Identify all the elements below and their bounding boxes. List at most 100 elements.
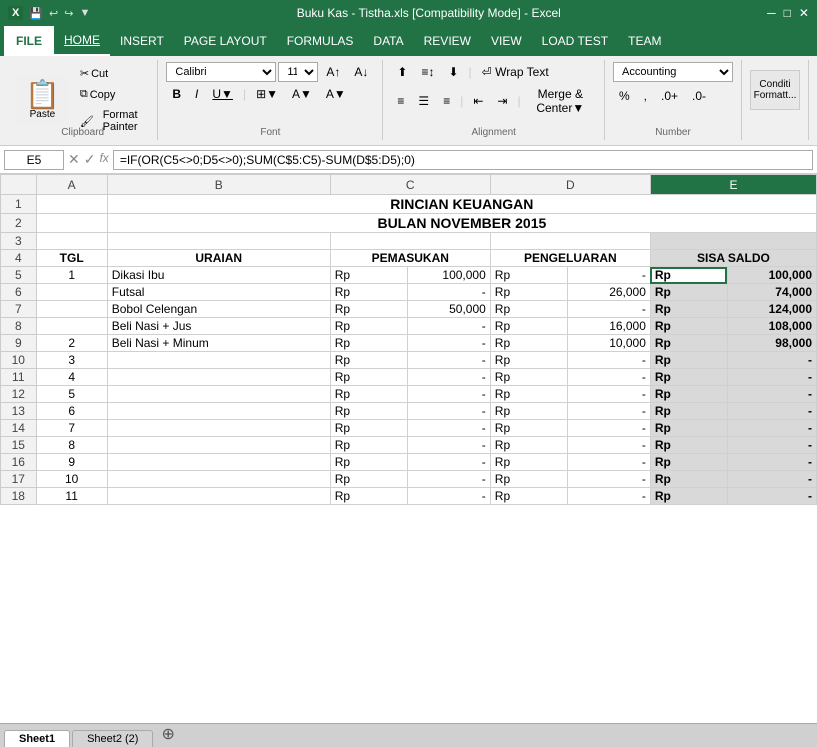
home-menu[interactable]: HOME [54,26,110,56]
cell-b10[interactable] [107,352,330,369]
cell-b18[interactable] [107,488,330,505]
cell-b5[interactable]: Dikasi Ibu [107,267,330,284]
cell-b15[interactable] [107,437,330,454]
redo-btn[interactable]: ↪ [64,7,73,20]
cell-d12-rp[interactable]: Rp [490,386,567,403]
cell-d5-val[interactable]: - [567,267,650,284]
cell-e14-rp[interactable]: Rp [650,420,727,437]
sheet-tab-1[interactable]: Sheet1 [4,730,70,747]
cell-d7-val[interactable]: - [567,301,650,318]
cancel-formula-icon[interactable]: ✕ [68,151,80,168]
cell-e10-val[interactable]: - [727,352,816,369]
paste-button[interactable]: 📋 Paste [16,76,69,125]
col-header-c[interactable]: C [330,175,490,195]
undo-btn[interactable]: ↩ [49,7,58,20]
cell-c10-val[interactable]: - [407,352,490,369]
review-menu[interactable]: REVIEW [414,26,481,56]
cell-c12-rp[interactable]: Rp [330,386,407,403]
underline-button[interactable]: U▼ [206,84,239,104]
cell-a16[interactable]: 9 [36,454,107,471]
cut-button[interactable]: ✂ Cut [75,64,150,83]
cell-d6-rp[interactable]: Rp [490,284,567,301]
cell-e16-rp[interactable]: Rp [650,454,727,471]
cell-c3[interactable] [330,233,490,250]
insert-function-icon[interactable]: fx [99,151,108,168]
cell-c9-val[interactable]: - [407,335,490,352]
cell-a5[interactable]: 1 [36,267,107,284]
merge-center-button[interactable]: Merge & Center▼ [525,84,596,118]
cell-d10-rp[interactable]: Rp [490,352,567,369]
conditional-format-btn[interactable]: ConditiFormatt... [750,70,800,110]
cell-e8-rp[interactable]: Rp [650,318,727,335]
align-top-btn[interactable]: ⬆ [391,62,413,82]
borders-button[interactable]: ⊞▼ [250,84,284,104]
cell-a11[interactable]: 4 [36,369,107,386]
view-menu[interactable]: VIEW [481,26,532,56]
col-header-e[interactable]: E [650,175,816,195]
increase-decimal-btn[interactable]: .0+ [655,86,684,106]
cell-c7-rp[interactable]: Rp [330,301,407,318]
percent-btn[interactable]: % [613,86,636,106]
cell-a15[interactable]: 8 [36,437,107,454]
cell-a9[interactable]: 2 [36,335,107,352]
team-menu[interactable]: TEAM [618,26,671,56]
cell-d15-rp[interactable]: Rp [490,437,567,454]
cell-c6-rp[interactable]: Rp [330,284,407,301]
col-header-b[interactable]: B [107,175,330,195]
add-sheet-btn[interactable]: ⊕ [155,723,180,747]
cell-c11-rp[interactable]: Rp [330,369,407,386]
cell-a8[interactable] [36,318,107,335]
align-middle-btn[interactable]: ≡↕ [415,62,440,82]
cell-d15-val[interactable]: - [567,437,650,454]
cell-a18[interactable]: 11 [36,488,107,505]
comma-btn[interactable]: , [638,86,653,106]
cell-b12[interactable] [107,386,330,403]
cell-b14[interactable] [107,420,330,437]
italic-button[interactable]: I [189,84,204,104]
cell-c14-rp[interactable]: Rp [330,420,407,437]
cell-e18-rp[interactable]: Rp [650,488,727,505]
cell-d9-val[interactable]: 10,000 [567,335,650,352]
confirm-formula-icon[interactable]: ✓ [84,151,96,168]
cell-d14-rp[interactable]: Rp [490,420,567,437]
cell-b7[interactable]: Bobol Celengan [107,301,330,318]
formulas-menu[interactable]: FORMULAS [277,26,364,56]
cell-a1[interactable] [36,195,107,214]
cell-a2[interactable] [36,214,107,233]
cell-a17[interactable]: 10 [36,471,107,488]
cell-e13-val[interactable]: - [727,403,816,420]
page-layout-menu[interactable]: PAGE LAYOUT [174,26,277,56]
font-color-button[interactable]: A▼ [320,84,352,104]
copy-button[interactable]: ⧉ Copy [75,85,150,104]
align-right-btn[interactable]: ≡ [437,91,456,111]
cell-c17-val[interactable]: - [407,471,490,488]
cell-e11-val[interactable]: - [727,369,816,386]
cell-e8-val[interactable]: 108,000 [727,318,816,335]
cell-e7-val[interactable]: 124,000 [727,301,816,318]
number-format-dropdown[interactable]: Accounting General Number Currency [613,62,733,82]
cell-d13-val[interactable]: - [567,403,650,420]
font-size-dropdown[interactable]: 11 [278,62,318,82]
bold-button[interactable]: B [166,84,187,104]
cell-e16-val[interactable]: - [727,454,816,471]
cell-e5-val[interactable]: 100,000 [727,267,816,284]
restore-btn[interactable]: □ [784,6,791,20]
sheet-tab-2[interactable]: Sheet2 (2) [72,730,153,747]
cell-e7-rp[interactable]: Rp [650,301,727,318]
cell-c18-val[interactable]: - [407,488,490,505]
align-left-btn[interactable]: ≡ [391,91,410,111]
cell-e12-rp[interactable]: Rp [650,386,727,403]
cell-c8-rp[interactable]: Rp [330,318,407,335]
cell-d8-rp[interactable]: Rp [490,318,567,335]
cell-reference-box[interactable] [4,150,64,170]
cell-b9[interactable]: Beli Nasi + Minum [107,335,330,352]
cell-c15-rp[interactable]: Rp [330,437,407,454]
cell-e15-rp[interactable]: Rp [650,437,727,454]
cell-a3[interactable] [36,233,107,250]
cell-b16[interactable] [107,454,330,471]
formula-input[interactable] [113,150,813,170]
cell-d14-val[interactable]: - [567,420,650,437]
cell-b8[interactable]: Beli Nasi + Jus [107,318,330,335]
cell-b11[interactable] [107,369,330,386]
cell-c13-rp[interactable]: Rp [330,403,407,420]
